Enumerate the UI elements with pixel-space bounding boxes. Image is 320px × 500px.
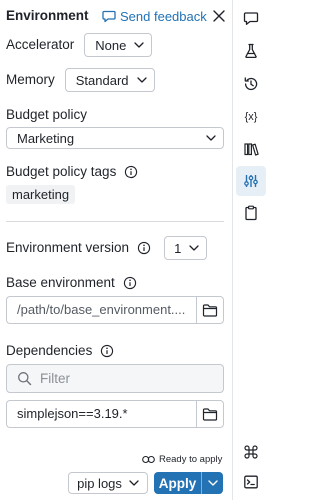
memory-row: Memory Standard xyxy=(6,68,155,92)
pip-logs-button[interactable]: pip logs xyxy=(68,472,148,494)
chevron-down-icon xyxy=(136,77,147,83)
environment-version-row: Environment version 1 xyxy=(6,236,208,260)
history-icon[interactable] xyxy=(236,69,266,99)
clipboard-icon[interactable] xyxy=(236,198,266,228)
side-rail: {x} xyxy=(232,0,268,500)
command-icon[interactable] xyxy=(236,437,266,467)
accelerator-select[interactable]: None xyxy=(84,33,153,57)
base-environment-field[interactable]: /path/to/base_environment.... xyxy=(6,296,196,324)
memory-value: Standard xyxy=(75,72,129,88)
variables-icon[interactable]: {x} xyxy=(236,101,266,131)
svg-text:{x}: {x} xyxy=(245,111,258,123)
budget-policy-row: Budget policy xyxy=(6,106,87,124)
folder-icon[interactable] xyxy=(196,296,224,324)
base-environment-row: Base environment xyxy=(6,274,137,292)
chevron-down-icon xyxy=(134,42,145,48)
info-icon[interactable] xyxy=(100,344,114,358)
link-icon xyxy=(142,455,159,464)
dependency-input-group: simplejson==3.19.* xyxy=(6,400,224,428)
filter-placeholder: Filter xyxy=(40,371,70,386)
panel-title: Environment xyxy=(6,8,89,23)
budget-policy-tag: marketing xyxy=(6,185,76,204)
apply-split-button: Apply xyxy=(154,472,223,494)
ready-status-text: Ready to apply xyxy=(159,454,223,465)
budget-policy-label: Budget policy xyxy=(6,107,88,122)
flask-icon[interactable] xyxy=(236,36,266,66)
budget-policy-select[interactable]: Marketing xyxy=(6,127,224,149)
ready-status: Ready to apply xyxy=(142,454,222,465)
dependencies-label: Dependencies xyxy=(6,343,93,358)
apply-button[interactable]: Apply xyxy=(154,472,201,494)
budget-policy-tags-label: Budget policy tags xyxy=(6,164,117,179)
folder-icon[interactable] xyxy=(196,400,224,428)
chevron-down-icon xyxy=(189,245,199,251)
memory-select[interactable]: Standard xyxy=(64,68,155,92)
base-environment-label: Base environment xyxy=(6,275,115,290)
info-icon[interactable] xyxy=(123,276,137,290)
accelerator-label: Accelerator xyxy=(6,37,75,52)
environment-version-value: 1 xyxy=(174,240,182,256)
send-feedback-label: Send feedback xyxy=(120,8,207,24)
pip-logs-label: pip logs xyxy=(77,475,122,491)
accelerator-value: None xyxy=(95,37,127,53)
chevron-down-icon xyxy=(206,135,216,141)
search-icon xyxy=(17,371,32,386)
info-icon[interactable] xyxy=(137,241,151,255)
budget-policy-tags-row: Budget policy tags xyxy=(6,163,138,181)
send-feedback-link[interactable]: Send feedback xyxy=(102,7,207,25)
dependencies-row: Dependencies xyxy=(6,342,114,360)
memory-label: Memory xyxy=(6,72,55,87)
environment-version-label: Environment version xyxy=(6,240,130,255)
base-environment-input-group: /path/to/base_environment.... xyxy=(6,296,224,324)
apply-options-chevron-icon[interactable] xyxy=(201,472,223,494)
environment-panel: Environment Send feedback Accelerator No… xyxy=(0,0,232,500)
dependencies-filter-input[interactable]: Filter xyxy=(6,364,224,393)
close-icon[interactable] xyxy=(210,7,228,25)
section-divider xyxy=(6,221,224,222)
comment-icon[interactable] xyxy=(236,3,266,33)
environment-sliders-icon[interactable] xyxy=(236,166,266,196)
chevron-down-icon xyxy=(129,480,139,486)
dependency-field[interactable]: simplejson==3.19.* xyxy=(6,400,196,428)
terminal-icon[interactable] xyxy=(236,467,266,497)
info-icon[interactable] xyxy=(124,165,138,179)
accelerator-row: Accelerator None xyxy=(6,33,153,57)
library-icon[interactable] xyxy=(236,134,266,164)
feedback-icon xyxy=(102,9,120,23)
environment-version-select[interactable]: 1 xyxy=(164,236,208,260)
budget-policy-value: Marketing xyxy=(17,130,75,146)
panel-header: Environment Send feedback xyxy=(6,7,228,25)
